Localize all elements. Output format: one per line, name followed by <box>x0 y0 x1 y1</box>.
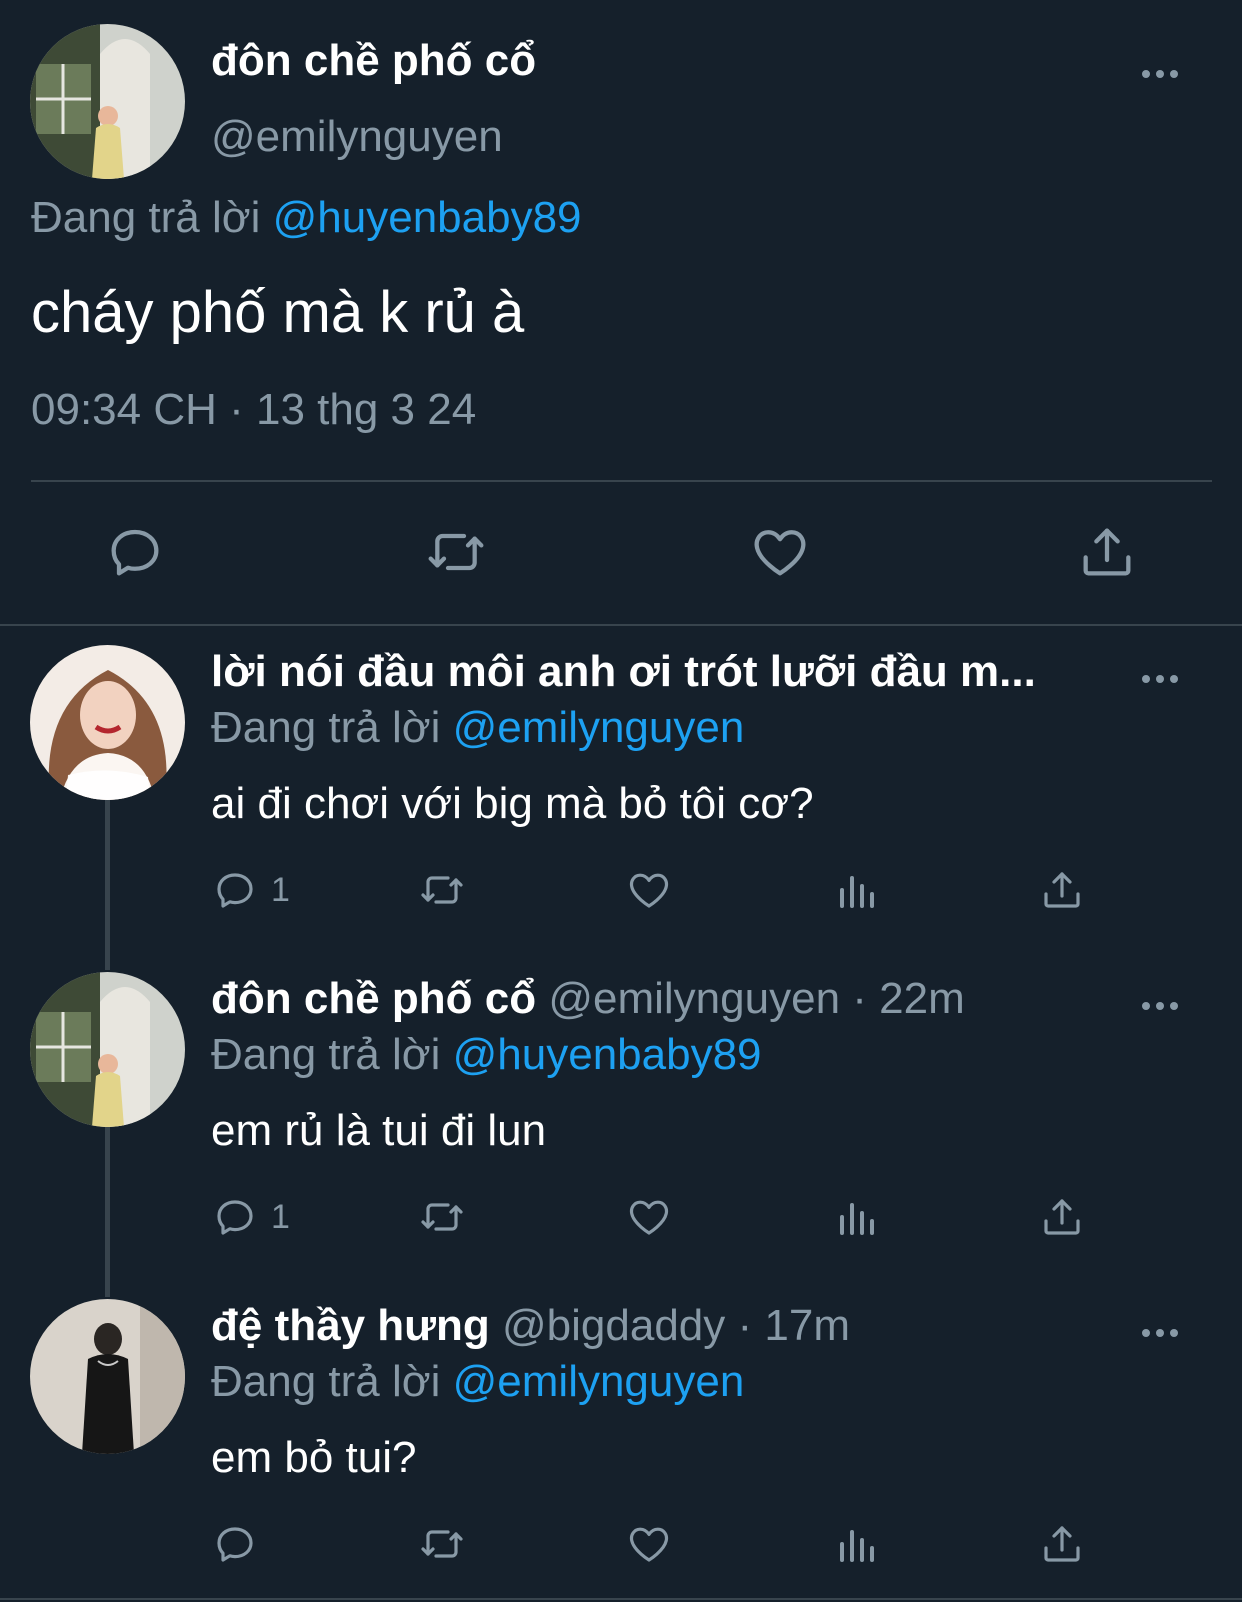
reply-count: 1 <box>271 1197 290 1236</box>
avatar-photo <box>30 645 185 800</box>
mention-link[interactable]: @emilynguyen <box>453 1357 745 1406</box>
user-handle[interactable]: @emilynguyen <box>548 974 840 1023</box>
replying-prefix: Đang trả lời <box>211 703 441 752</box>
tweet-text: em rủ là tui đi lun <box>211 1106 547 1155</box>
replying-prefix: Đang trả lời <box>31 193 261 242</box>
like-icon[interactable] <box>625 865 673 915</box>
avatar[interactable] <box>30 972 185 1127</box>
divider <box>31 480 1212 482</box>
replying-to-line: Đang trả lời @huyenbaby89 <box>31 193 582 243</box>
share-icon[interactable] <box>1038 865 1086 915</box>
main-tweet: đôn chề phố cổ @emilynguyen Đang trả lời… <box>0 0 1242 627</box>
retweet-icon[interactable] <box>418 865 466 915</box>
like-icon[interactable] <box>625 1519 673 1569</box>
share-icon[interactable] <box>1038 1192 1086 1242</box>
reply-icon <box>217 1200 253 1235</box>
analytics-icon[interactable] <box>832 865 880 915</box>
tweet-thread-page: đôn chề phố cổ @emilynguyen Đang trả lời… <box>0 0 1242 1602</box>
avatar[interactable] <box>30 24 185 179</box>
like-icon[interactable] <box>625 1192 673 1242</box>
divider <box>0 1598 1242 1600</box>
display-name[interactable]: đệ thầy hưng <box>211 1301 490 1350</box>
avatar-photo <box>30 972 185 1127</box>
thread-connector <box>105 1127 110 1297</box>
user-handle[interactable]: @bigdaddy <box>502 1301 725 1350</box>
tweet-text: em bỏ tui? <box>211 1433 417 1482</box>
avatar[interactable] <box>30 645 185 800</box>
replying-to-line: Đang trả lời @huyenbaby89 <box>211 1030 762 1080</box>
section-divider <box>0 624 1242 626</box>
reply-button[interactable]: 1 <box>211 865 290 915</box>
mention-link[interactable]: @emilynguyen <box>453 703 745 752</box>
more-options-icon[interactable] <box>1142 675 1178 683</box>
retweet-icon[interactable] <box>424 520 488 584</box>
reply-count: 1 <box>271 870 290 909</box>
more-options-icon[interactable] <box>1142 1002 1178 1010</box>
reply-header: đệ thầy hưng @bigdaddy · 17m <box>211 1301 850 1351</box>
analytics-icon[interactable] <box>832 1192 880 1242</box>
reply-time: · 22m <box>852 974 965 1023</box>
display-name[interactable]: lời nói đầu môi anh ơi trót lưỡi đầu m..… <box>211 647 1036 696</box>
more-options-icon[interactable] <box>1142 1329 1178 1337</box>
reply-button[interactable]: 1 <box>211 1192 290 1242</box>
display-name[interactable]: đôn chề phố cổ <box>211 36 536 86</box>
like-icon[interactable] <box>748 520 812 584</box>
reply-icon[interactable] <box>211 1519 259 1569</box>
avatar[interactable] <box>30 1299 185 1454</box>
replying-to-line: Đang trả lời @emilynguyen <box>211 703 744 753</box>
tweet-timestamp[interactable]: 09:34 CH · 13 thg 3 24 <box>31 385 476 435</box>
user-handle[interactable]: @emilynguyen <box>211 112 503 162</box>
mention-link[interactable]: @huyenbaby89 <box>273 193 582 242</box>
replying-prefix: Đang trả lời <box>211 1357 441 1406</box>
reply-icon[interactable] <box>103 520 167 584</box>
reply-time: · 17m <box>737 1301 850 1350</box>
thread-connector <box>105 800 110 970</box>
reply-header: lời nói đầu môi anh ơi trót lưỡi đầu m..… <box>211 647 1036 697</box>
reply-icon <box>217 873 253 908</box>
tweet-text: ai đi chơi với big mà bỏ tôi cơ? <box>211 779 814 828</box>
more-options-icon[interactable] <box>1142 70 1178 78</box>
share-icon[interactable] <box>1038 1519 1086 1569</box>
mention-link[interactable]: @huyenbaby89 <box>453 1030 762 1079</box>
replying-to-line: Đang trả lời @emilynguyen <box>211 1357 744 1407</box>
replying-prefix: Đang trả lời <box>211 1030 441 1079</box>
tweet-text: cháy phố mà k rủ à <box>31 280 525 345</box>
avatar-photo <box>30 24 185 179</box>
display-name[interactable]: đôn chề phố cổ <box>211 974 536 1023</box>
share-icon[interactable] <box>1075 520 1139 584</box>
retweet-icon[interactable] <box>418 1519 466 1569</box>
analytics-icon[interactable] <box>832 1519 880 1569</box>
retweet-icon[interactable] <box>418 1192 466 1242</box>
reply-header: đôn chề phố cổ @emilynguyen · 22m <box>211 974 965 1024</box>
avatar-photo <box>30 1299 185 1454</box>
